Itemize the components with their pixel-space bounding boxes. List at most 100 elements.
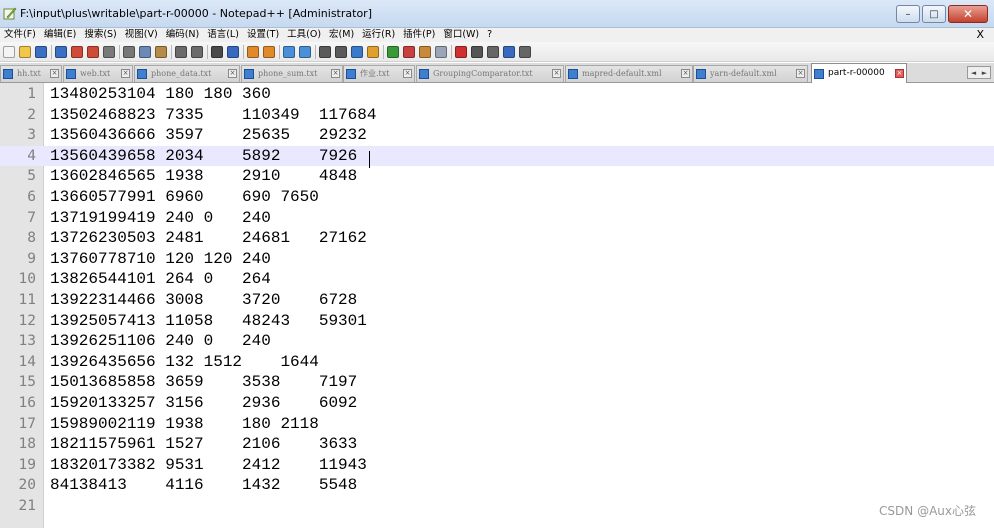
text-line[interactable]: 9 13760778710 120 120 240 [0,249,994,270]
save-macro-icon[interactable] [519,45,531,58]
line-text[interactable]: 13602846565 1938 2910 4848 [50,166,357,187]
editor-area[interactable]: 1 13480253104 180 180 360 2 13502468823 733… [0,83,994,528]
minimize-button[interactable]: – [896,5,920,23]
line-text[interactable]: 84138413 4116 1432 5548 [50,475,357,496]
tab-file[interactable]: phone_data.txt × [134,65,240,82]
find-icon[interactable] [211,45,223,58]
line-text[interactable]: 13560439658 2034 5892 7926 [50,146,357,167]
text-line[interactable]: 4 13560439658 2034 5892 7926 [0,145,994,167]
line-text[interactable]: 13826544101 264 0 264 [50,269,271,290]
tab-close-icon[interactable]: × [331,69,340,78]
menu-language[interactable]: 语言(L) [203,28,243,42]
line-text[interactable]: 13926251106 240 0 240 [50,331,271,352]
text-line[interactable]: 2 13502468823 7335 110349 117684 [0,105,994,126]
scroll-left-icon[interactable]: ◄ [971,69,976,77]
new-icon[interactable] [3,45,15,58]
line-text[interactable]: 13760778710 120 120 240 [50,249,271,270]
menu-file[interactable]: 文件(F) [0,28,40,42]
line-text[interactable]: 13502468823 7335 110349 117684 [50,105,376,126]
text-line[interactable]: 7 13719199419 240 0 240 [0,208,994,229]
all-chars-icon[interactable] [335,45,347,58]
tab-file[interactable]: 作业.txt × [343,65,415,82]
line-text[interactable]: 18211575961 1527 2106 3633 [50,434,357,455]
close-icon[interactable] [71,45,83,58]
sync-h-icon[interactable] [299,45,311,58]
function-list-icon[interactable] [403,45,415,58]
folder-workspace-icon[interactable] [419,45,431,58]
tab-close-icon[interactable]: × [121,69,130,78]
text-line[interactable]: 16 15920133257 3156 2936 6092 [0,393,994,414]
redo-icon[interactable] [191,45,203,58]
record-macro-icon[interactable] [455,45,467,58]
undo-icon[interactable] [175,45,187,58]
tab-file[interactable]: mapred-default.xml × [565,65,693,82]
line-text[interactable]: 13480253104 180 180 360 [50,84,271,105]
text-line[interactable]: 19 18320173382 9531 2412 11943 [0,455,994,476]
line-text[interactable]: 15013685858 3659 3538 7197 [50,372,357,393]
tab-file[interactable]: phone_sum.txt × [241,65,343,82]
stop-macro-icon[interactable] [471,45,483,58]
sync-v-icon[interactable] [283,45,295,58]
text-line[interactable]: 1 13480253104 180 180 360 [0,84,994,105]
udl-icon[interactable] [367,45,379,58]
paste-icon[interactable] [155,45,167,58]
scroll-right-icon[interactable]: ► [982,69,987,77]
line-text[interactable]: 18320173382 9531 2412 11943 [50,455,367,476]
text-line[interactable]: 10 13826544101 264 0 264 [0,269,994,290]
line-text[interactable]: 13660577991 6960 690 7650 [50,187,319,208]
tab-close-icon[interactable]: × [228,69,237,78]
open-icon[interactable] [19,45,31,58]
line-text[interactable]: 13926435656 132 1512 1644 [50,352,319,373]
tab-close-icon[interactable]: × [50,69,59,78]
text-line[interactable]: 11 13922314466 3008 3720 6728 [0,290,994,311]
tab-file[interactable]: yarn-default.xml × [693,65,808,82]
menu-run[interactable]: 运行(R) [358,28,399,42]
maximize-button[interactable]: □ [922,5,946,23]
menu-edit[interactable]: 编辑(E) [40,28,80,42]
zoom-in-icon[interactable] [247,45,259,58]
text-line[interactable]: 8 13726230503 2481 24681 27162 [0,228,994,249]
tab-close-icon[interactable]: × [552,69,561,78]
tab-close-icon[interactable]: × [796,69,805,78]
text-line[interactable]: 20 84138413 4116 1432 5548 [0,475,994,496]
menu-settings[interactable]: 设置(T) [243,28,283,42]
tab-close-icon[interactable]: × [681,69,690,78]
menu-plugins[interactable]: 插件(P) [399,28,439,42]
close-window-button[interactable]: ✕ [948,5,988,23]
text-line[interactable]: 6 13660577991 6960 690 7650 [0,187,994,208]
word-wrap-icon[interactable] [319,45,331,58]
text-line[interactable]: 12 13925057413 11058 48243 59301 [0,311,994,332]
line-text[interactable]: 13726230503 2481 24681 27162 [50,228,367,249]
text-line[interactable]: 15 15013685858 3659 3538 7197 [0,372,994,393]
tab-file[interactable]: web.txt × [63,65,133,82]
tab-close-icon[interactable]: × [403,69,412,78]
line-text[interactable]: 13719199419 240 0 240 [50,208,271,229]
tab-scroll-buttons[interactable]: ◄ ► [967,66,991,79]
zoom-out-icon[interactable] [263,45,275,58]
text-line[interactable]: 14 13926435656 132 1512 1644 [0,352,994,373]
menu-help[interactable]: ? [483,28,496,42]
tab-file[interactable]: GroupingComparator.txt × [416,65,564,82]
menu-macro[interactable]: 宏(M) [325,28,358,42]
replace-icon[interactable] [227,45,239,58]
text-line[interactable]: 5 13602846565 1938 2910 4848 [0,166,994,187]
text-line[interactable]: 17 15989002119 1938 180 2118 [0,414,994,435]
line-text[interactable]: 15989002119 1938 180 2118 [50,414,319,435]
menu-window[interactable]: 窗口(W) [439,28,483,42]
tab-file[interactable]: hh.txt × [0,65,62,82]
line-text[interactable]: 15920133257 3156 2936 6092 [50,393,357,414]
line-text[interactable]: 13925057413 11058 48243 59301 [50,311,367,332]
run-macro-icon[interactable] [503,45,515,58]
save-icon[interactable] [35,45,47,58]
menu-tools[interactable]: 工具(O) [283,28,325,42]
indent-guide-icon[interactable] [351,45,363,58]
play-macro-icon[interactable] [487,45,499,58]
monitor-icon[interactable] [435,45,447,58]
text-line[interactable]: 21 [0,496,994,517]
menu-encoding[interactable]: 编码(N) [162,28,204,42]
close-document-button[interactable]: X [976,28,984,42]
menu-view[interactable]: 视图(V) [121,28,162,42]
print-icon[interactable] [103,45,115,58]
menu-search[interactable]: 搜索(S) [80,28,120,42]
close-all-icon[interactable] [87,45,99,58]
